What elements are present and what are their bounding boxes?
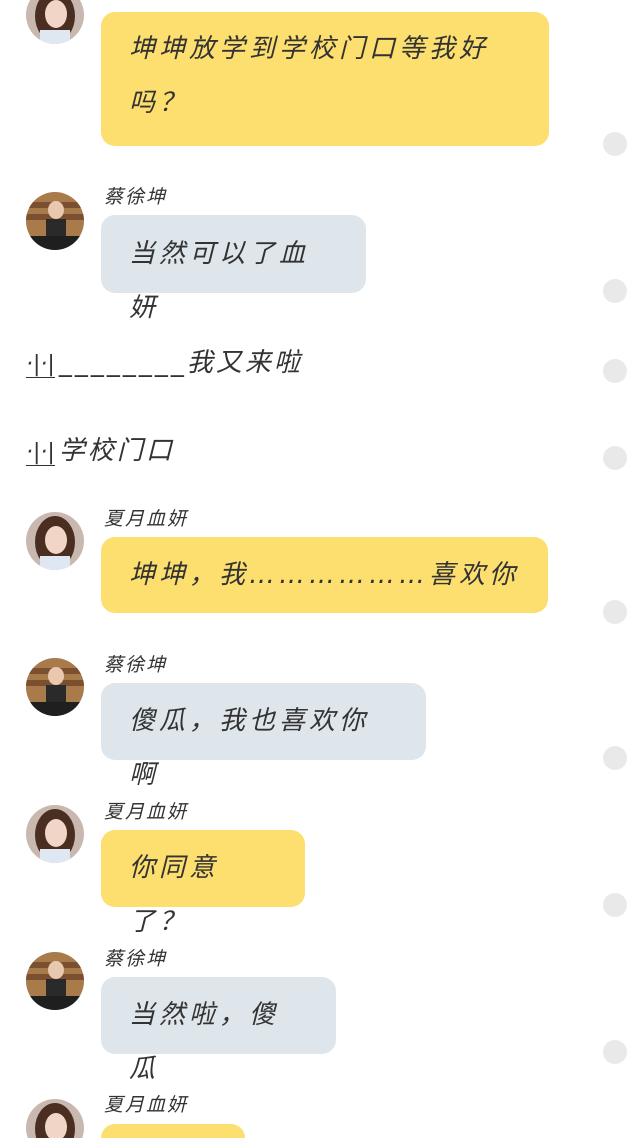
message-text: 你同意了？: [129, 853, 220, 937]
message-bubble[interactable]: [101, 1124, 245, 1138]
message-bubble[interactable]: 当然可以了血妍: [101, 215, 366, 323]
boy-avatar[interactable]: [26, 192, 84, 250]
message-bubble[interactable]: 坤坤放学到学校门口等我好 吗？: [101, 12, 549, 146]
select-dot[interactable]: [603, 359, 627, 383]
narration-line: ·|·| 学校门口: [26, 430, 175, 467]
message-bubble[interactable]: 傻瓜，我也喜欢你啊: [101, 683, 426, 790]
select-dot[interactable]: [603, 446, 627, 470]
message-text: 坤坤，我………………喜欢你: [129, 560, 520, 590]
boy-avatar[interactable]: [26, 658, 84, 716]
select-dot[interactable]: [603, 279, 627, 303]
message-bubble[interactable]: 坤坤，我………………喜欢你: [101, 537, 548, 613]
girl-avatar[interactable]: [26, 1099, 84, 1138]
narration-text: ________我又来啦: [58, 348, 303, 378]
message-text-line-1: 坤坤放学到学校门口等我好: [129, 34, 490, 64]
sender-name: 夏月血妍: [104, 1094, 189, 1116]
narration-mark: ·|·|: [26, 352, 55, 378]
narration-text: 学校门口: [58, 436, 175, 466]
select-dot[interactable]: [603, 1040, 627, 1064]
chat-screen: 坤坤放学到学校门口等我好 吗？ 蔡徐坤 当然可以了血妍 ·|·| ________…: [0, 0, 640, 1138]
sender-name: 夏月血妍: [104, 508, 189, 530]
girl-avatar[interactable]: [26, 0, 84, 44]
select-dot[interactable]: [603, 893, 627, 917]
girl-avatar[interactable]: [26, 512, 84, 570]
girl-avatar[interactable]: [26, 805, 84, 863]
select-dot[interactable]: [603, 600, 627, 624]
sender-name: 蔡徐坤: [104, 186, 168, 208]
narration-line: ·|·| ________我又来啦: [26, 342, 303, 379]
narration-mark: ·|·|: [26, 440, 55, 466]
sender-name: 蔡徐坤: [104, 948, 168, 970]
message-bubble[interactable]: 当然啦，傻瓜: [101, 977, 336, 1084]
sender-name: 蔡徐坤: [104, 654, 168, 676]
message-text: 当然啦，傻瓜: [129, 1000, 280, 1084]
select-dot[interactable]: [603, 746, 627, 770]
message-bubble[interactable]: 你同意了？: [101, 830, 305, 937]
sender-name: 夏月血妍: [104, 801, 189, 823]
boy-avatar[interactable]: [26, 952, 84, 1010]
message-text: 傻瓜，我也喜欢你啊: [129, 706, 370, 790]
message-text-line-2: 吗？: [129, 88, 190, 118]
select-dot[interactable]: [603, 132, 627, 156]
message-text: 当然可以了血妍: [129, 239, 310, 323]
